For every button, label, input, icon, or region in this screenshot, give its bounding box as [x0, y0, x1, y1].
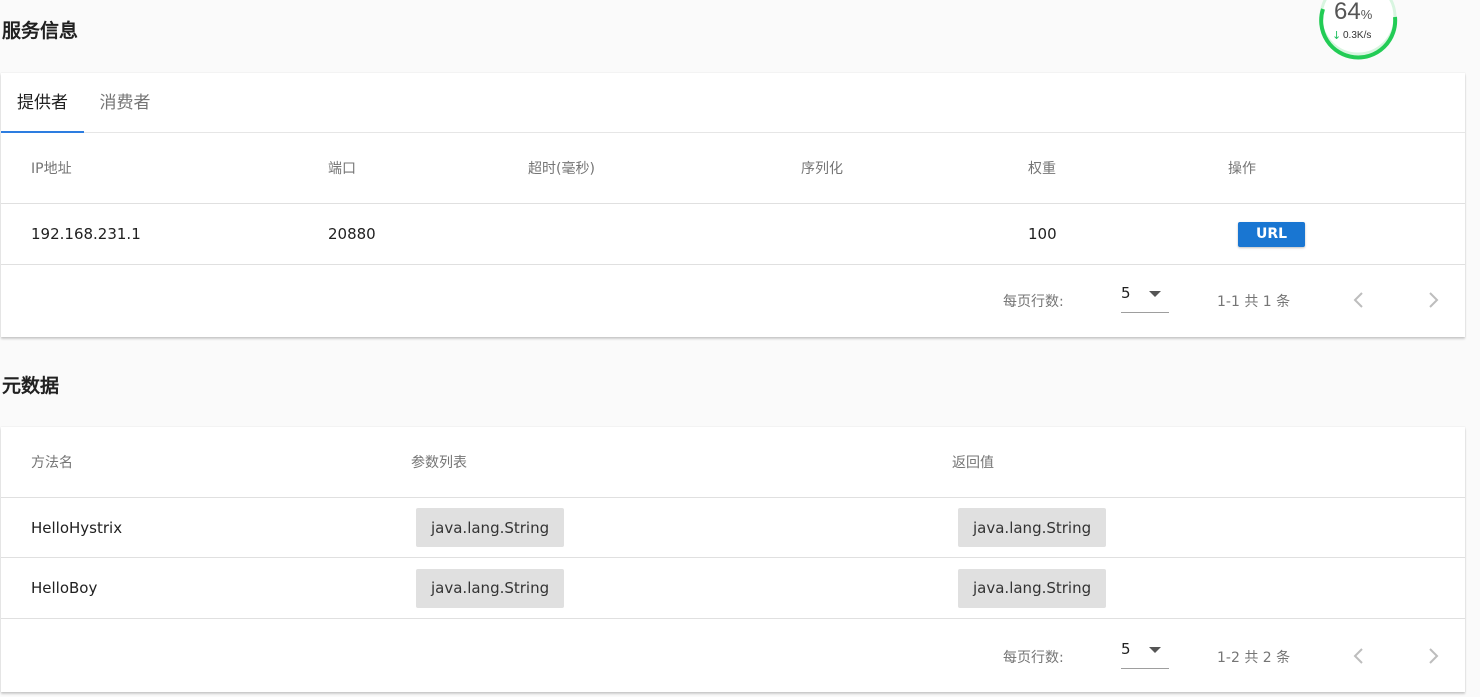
table-row: 192.168.231.1 20880 100 URL: [1, 204, 1465, 265]
next-page-button[interactable]: [1423, 646, 1443, 666]
cell-method: HelloBoy: [31, 579, 98, 597]
pagination-range: 1-2 共 2 条: [1217, 650, 1291, 666]
cell-ip: 192.168.231.1: [31, 225, 141, 243]
param-chip: java.lang.String: [416, 568, 565, 608]
tab-provider[interactable]: 提供者: [1, 73, 84, 133]
rows-per-page-label: 每页行数:: [1003, 650, 1064, 666]
service-tabs: 提供者 消费者: [1, 73, 1465, 133]
table-header: IP地址 端口 超时(毫秒) 序列化 权重 操作: [1, 133, 1465, 204]
download-arrow-icon: ↓: [1332, 29, 1342, 42]
metadata-title: 元数据: [2, 375, 60, 397]
cell-action: URL: [1238, 204, 1305, 264]
rows-per-page-select[interactable]: 5: [1121, 629, 1169, 669]
network-speed-widget: 64% ↓ 0.3K/s: [1317, 0, 1399, 60]
col-return: 返回值: [952, 455, 994, 471]
metadata-card: 方法名 参数列表 返回值 HelloHystrix java.lang.Stri…: [1, 427, 1465, 692]
pagination: 每页行数: 5 1-2 共 2 条: [1, 619, 1465, 692]
chevron-down-icon: [1149, 291, 1161, 297]
prev-page-button[interactable]: [1349, 646, 1369, 666]
param-chip: java.lang.String: [416, 508, 565, 547]
speed-percent: 64%: [1334, 0, 1373, 25]
col-serialization: 序列化: [801, 161, 843, 177]
col-port: 端口: [328, 161, 356, 177]
tab-consumer[interactable]: 消费者: [84, 73, 166, 133]
chevron-right-icon: [1429, 648, 1439, 664]
col-timeout: 超时(毫秒): [528, 161, 595, 177]
cell-port: 20880: [328, 225, 376, 243]
cell-return: java.lang.String: [958, 558, 1107, 618]
col-weight: 权重: [1028, 161, 1056, 177]
pagination: 每页行数: 5 1-1 共 1 条: [1, 265, 1465, 336]
col-params: 参数列表: [411, 455, 467, 471]
chevron-right-icon: [1429, 292, 1439, 308]
next-page-button[interactable]: [1423, 290, 1443, 310]
cell-return: java.lang.String: [958, 498, 1107, 557]
chevron-left-icon: [1353, 292, 1363, 308]
table-row: HelloHystrix java.lang.String java.lang.…: [1, 498, 1465, 558]
col-ip: IP地址: [31, 161, 72, 177]
service-card: 提供者 消费者 IP地址 端口 超时(毫秒) 序列化 权重 操作 192.168…: [1, 73, 1465, 337]
pagination-range: 1-1 共 1 条: [1217, 294, 1291, 310]
cell-method: HelloHystrix: [31, 518, 123, 537]
rows-per-page-select[interactable]: 5: [1121, 273, 1169, 313]
cell-params: java.lang.String: [416, 558, 565, 618]
table-header: 方法名 参数列表 返回值: [1, 427, 1465, 498]
cell-weight: 100: [1028, 225, 1057, 243]
col-action: 操作: [1228, 161, 1256, 177]
return-chip: java.lang.String: [958, 568, 1107, 608]
chevron-down-icon: [1149, 647, 1161, 653]
return-chip: java.lang.String: [958, 508, 1107, 547]
speed-rate: 0.3K/s: [1343, 30, 1372, 41]
chevron-left-icon: [1353, 648, 1363, 664]
prev-page-button[interactable]: [1349, 290, 1369, 310]
table-row: HelloBoy java.lang.String java.lang.Stri…: [1, 558, 1465, 619]
rows-per-page-label: 每页行数:: [1003, 294, 1064, 310]
col-method: 方法名: [31, 455, 73, 471]
cell-params: java.lang.String: [416, 498, 565, 557]
service-info-title: 服务信息: [2, 20, 79, 42]
url-button[interactable]: URL: [1238, 221, 1305, 247]
